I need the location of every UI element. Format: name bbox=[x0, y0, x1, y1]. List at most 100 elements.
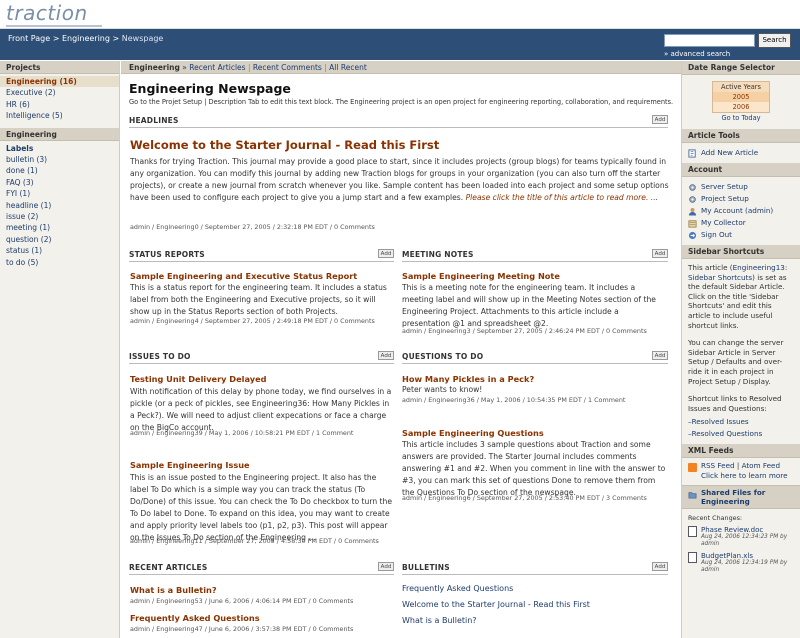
meeting-article-body: This is a meeting note for the engineeri… bbox=[402, 283, 656, 328]
traction-logo[interactable]: traction bbox=[6, 1, 88, 25]
crumb-front-page[interactable]: Front Page bbox=[8, 34, 50, 43]
resolved-issues-link[interactable]: –Resolved Issues bbox=[688, 416, 794, 428]
xml-feeds-box: RSS Feed | Atom Feed Click here to learn… bbox=[682, 458, 800, 484]
server-setup-link[interactable]: Server Setup bbox=[688, 181, 794, 193]
headline-read-more[interactable]: Please click the title of this article t… bbox=[466, 193, 658, 202]
tab-separator: | bbox=[247, 63, 251, 72]
resolved-issues-label[interactable]: –Resolved Issues bbox=[688, 416, 749, 428]
add-headline-button[interactable]: Add bbox=[652, 115, 668, 124]
article-tools-box: Add New Article bbox=[682, 143, 800, 163]
search-input[interactable] bbox=[664, 34, 755, 47]
feed-links: RSS Feed | Atom Feed Click here to learn… bbox=[701, 461, 788, 480]
xml-feeds-header: XML Feeds bbox=[682, 444, 800, 459]
issue-article-body: With notification of this delay by phone… bbox=[130, 387, 392, 432]
my-account-link[interactable]: My Account (admin) bbox=[688, 205, 794, 217]
user-icon bbox=[688, 207, 697, 216]
bulletin-link[interactable]: What is a Bulletin? bbox=[402, 616, 477, 625]
add-bulletin-button[interactable]: Add bbox=[652, 562, 668, 571]
recent-article-title[interactable]: Frequently Asked Questions bbox=[130, 613, 260, 623]
goto-today-link[interactable]: Go to Today bbox=[688, 113, 794, 123]
tab-recent-articles[interactable]: Recent Articles bbox=[189, 63, 245, 72]
add-question-button[interactable]: Add bbox=[652, 351, 668, 360]
project-list: Engineering (16) Executive (2) HR (6) In… bbox=[0, 74, 119, 128]
atom-feed-link[interactable]: Atom Feed bbox=[742, 461, 780, 470]
crumb-separator: > bbox=[52, 34, 60, 43]
my-collector-link[interactable]: My Collector bbox=[688, 217, 794, 229]
project-setup-label[interactable]: Project Setup bbox=[701, 193, 749, 205]
server-setup-label[interactable]: Server Setup bbox=[701, 181, 748, 193]
label-item[interactable]: status (1) bbox=[6, 245, 113, 256]
recent-article-title[interactable]: What is a Bulletin? bbox=[130, 585, 217, 595]
project-item-intelligence[interactable]: Intelligence (5) bbox=[6, 110, 113, 121]
my-collector-label[interactable]: My Collector bbox=[701, 217, 746, 229]
label-list: Labels bulletin (3) done (1) FAQ (3) FYI… bbox=[0, 141, 119, 274]
rss-feed-link[interactable]: RSS Feed bbox=[701, 461, 735, 470]
collector-icon bbox=[688, 219, 697, 227]
file-name[interactable]: BudgetPlan.xls bbox=[701, 552, 794, 560]
advanced-search-link-text[interactable]: » advanced search bbox=[664, 50, 730, 58]
rss-icon bbox=[688, 463, 697, 473]
project-item-executive[interactable]: Executive (2) bbox=[6, 87, 113, 98]
file-name[interactable]: Phase Review.doc bbox=[701, 526, 794, 534]
add-issue-button[interactable]: Add bbox=[378, 351, 394, 360]
question-article-meta: admin / Engineering36 / May 1, 2006 / 10… bbox=[402, 396, 626, 404]
date-range-box: Active Years 2005 2006 Go to Today bbox=[682, 75, 800, 129]
issue-article-title[interactable]: Sample Engineering Issue bbox=[130, 460, 250, 470]
label-item[interactable]: FYI (1) bbox=[6, 188, 113, 199]
file-item[interactable]: BudgetPlan.xls Aug 24, 2006 12:34:19 PM … bbox=[688, 551, 794, 574]
resolved-questions-label[interactable]: –Resolved Questions bbox=[688, 428, 762, 440]
engineering-section-header: Engineering bbox=[0, 127, 119, 141]
bulletin-link[interactable]: Welcome to the Starter Journal - Read th… bbox=[402, 600, 590, 609]
shortcuts-paragraph-3: Shortcut links to Resolved Issues and Qu… bbox=[688, 394, 782, 413]
sign-out-label[interactable]: Sign Out bbox=[701, 229, 732, 241]
add-recent-button[interactable]: Add bbox=[378, 562, 394, 571]
label-item[interactable]: headline (1) bbox=[6, 200, 113, 211]
projects-header: Projects bbox=[0, 61, 119, 74]
add-new-article-label[interactable]: Add New Article bbox=[701, 147, 758, 159]
year-2006[interactable]: 2006 bbox=[713, 102, 769, 112]
meeting-section-header: MEETING NOTES Add bbox=[402, 249, 668, 262]
add-status-button[interactable]: Add bbox=[378, 249, 394, 258]
label-item[interactable]: issue (2) bbox=[6, 211, 113, 222]
label-item[interactable]: done (1) bbox=[6, 165, 113, 176]
crumb-engineering[interactable]: Engineering bbox=[62, 34, 110, 43]
status-article-title[interactable]: Sample Engineering and Executive Status … bbox=[130, 271, 357, 281]
label-item[interactable]: FAQ (3) bbox=[6, 177, 113, 188]
account-box: Server Setup Project Setup My Account (a… bbox=[682, 177, 800, 245]
project-item-hr[interactable]: HR (6) bbox=[6, 99, 113, 110]
label-item[interactable]: to do (5) bbox=[6, 257, 113, 268]
add-meeting-button[interactable]: Add bbox=[652, 249, 668, 258]
project-item-engineering[interactable]: Engineering (16) bbox=[0, 76, 119, 88]
tab-all-recent[interactable]: All Recent bbox=[329, 63, 367, 72]
advanced-search-link[interactable]: » advanced search bbox=[664, 50, 730, 58]
project-setup-link[interactable]: Project Setup bbox=[688, 193, 794, 205]
label-item[interactable]: question (2) bbox=[6, 234, 113, 245]
file-item[interactable]: Phase Review.doc Aug 24, 2006 12:34:23 P… bbox=[688, 525, 794, 548]
issue-article-title[interactable]: Testing Unit Delivery Delayed bbox=[130, 374, 267, 384]
resolved-questions-link[interactable]: –Resolved Questions bbox=[688, 428, 794, 440]
question-article-title[interactable]: How Many Pickles in a Peck? bbox=[402, 374, 534, 384]
tab-project-name[interactable]: Engineering bbox=[129, 63, 180, 72]
add-new-article-link[interactable]: Add New Article bbox=[688, 147, 794, 159]
feed-row: RSS Feed | Atom Feed Click here to learn… bbox=[688, 461, 794, 480]
tab-recent-comments[interactable]: Recent Comments bbox=[253, 63, 322, 72]
shortcuts-paragraph-2: You can change the server Sidebar Articl… bbox=[688, 338, 784, 386]
status-section-header: STATUS REPORTS Add bbox=[129, 249, 394, 262]
bulletin-link[interactable]: Frequently Asked Questions bbox=[402, 584, 513, 593]
active-years-table: Active Years 2005 2006 bbox=[712, 81, 770, 113]
shared-files-title[interactable]: Shared Files for Engineering bbox=[701, 488, 794, 506]
sign-out-link[interactable]: Sign Out bbox=[688, 229, 794, 241]
year-2005[interactable]: 2005 bbox=[713, 92, 769, 102]
learn-more-link[interactable]: Click here to learn more bbox=[701, 471, 788, 480]
my-account-label[interactable]: My Account (admin) bbox=[701, 205, 773, 217]
question-article-title[interactable]: Sample Engineering Questions bbox=[402, 428, 544, 438]
label-item[interactable]: meeting (1) bbox=[6, 222, 113, 233]
page-description: Go to the Projet Setup | Description Tab… bbox=[129, 98, 674, 106]
headline-article-title[interactable]: Welcome to the Starter Journal - Read th… bbox=[130, 138, 439, 152]
label-item[interactable]: bulletin (3) bbox=[6, 154, 113, 165]
logo-underline bbox=[6, 25, 102, 27]
meeting-article-title[interactable]: Sample Engineering Meeting Note bbox=[402, 271, 560, 281]
search-button[interactable]: Search bbox=[758, 33, 791, 48]
article-tools-header: Article Tools bbox=[682, 129, 800, 143]
status-title: STATUS REPORTS bbox=[129, 250, 205, 259]
